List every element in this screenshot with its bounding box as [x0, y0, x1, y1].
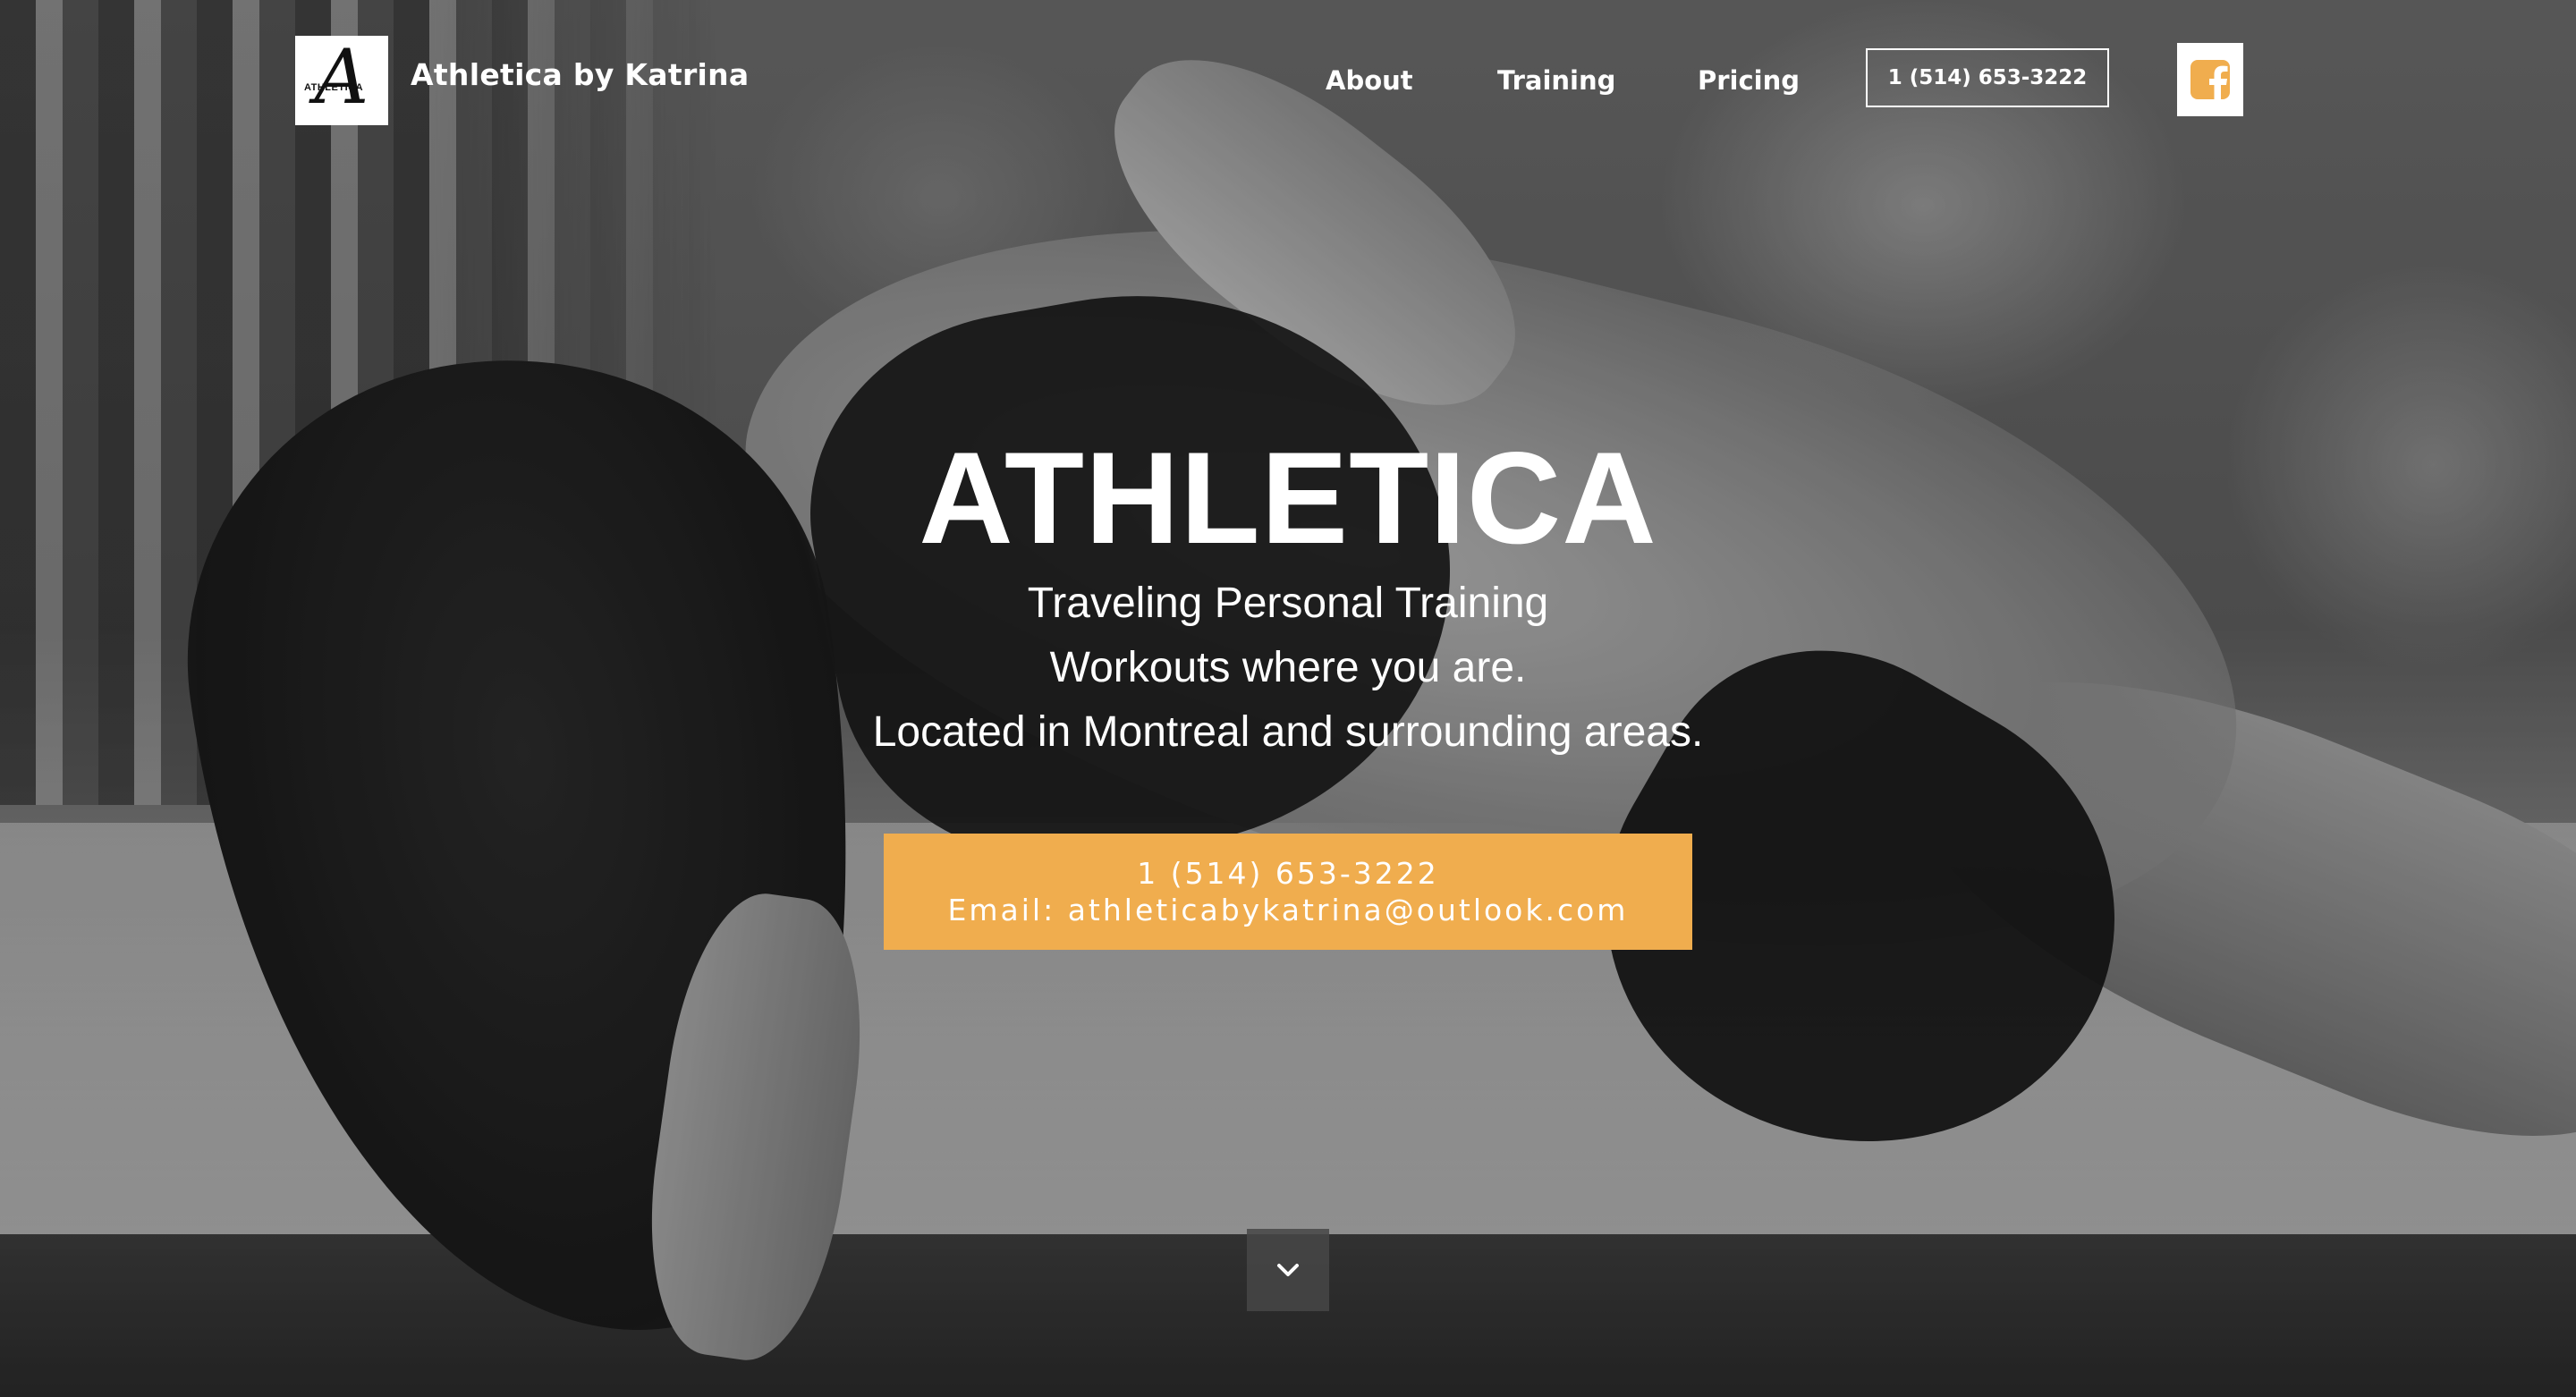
logo-text: ATHLETICA [304, 82, 364, 93]
site-logo[interactable]: A ATHLETICA [295, 36, 388, 125]
cta-phone: 1 (514) 653-3222 [1137, 855, 1439, 891]
facebook-link[interactable] [2177, 43, 2243, 116]
hero-tagline-2: Workouts where you are. [1049, 644, 1527, 691]
scroll-down-button[interactable] [1247, 1229, 1329, 1311]
hero-section: A ATHLETICA Athletica by Katrina About T… [0, 0, 2576, 1397]
logo-mark: A [314, 33, 369, 121]
cta-email: Email: athleticabykatrina@outlook.com [947, 893, 1629, 927]
hero-overlay [0, 0, 2576, 1397]
hero-tagline-1: Traveling Personal Training [1027, 580, 1549, 627]
hero-title: ATHLETICA [919, 425, 1657, 571]
chevron-down-icon [1277, 1264, 1299, 1276]
nav-pricing[interactable]: Pricing [1698, 65, 1800, 96]
hero-tagline-3: Located in Montreal and surrounding area… [872, 708, 1704, 756]
contact-cta-button[interactable]: 1 (514) 653-3222 Email: athleticabykatri… [884, 834, 1692, 950]
phone-button[interactable]: 1 (514) 653-3222 [1866, 48, 2109, 107]
facebook-icon [2190, 60, 2230, 99]
brand-name[interactable]: Athletica by Katrina [411, 57, 750, 92]
site-header: A ATHLETICA Athletica by Katrina About T… [0, 0, 2576, 161]
nav-training[interactable]: Training [1497, 65, 1615, 96]
nav-about[interactable]: About [1326, 65, 1413, 96]
